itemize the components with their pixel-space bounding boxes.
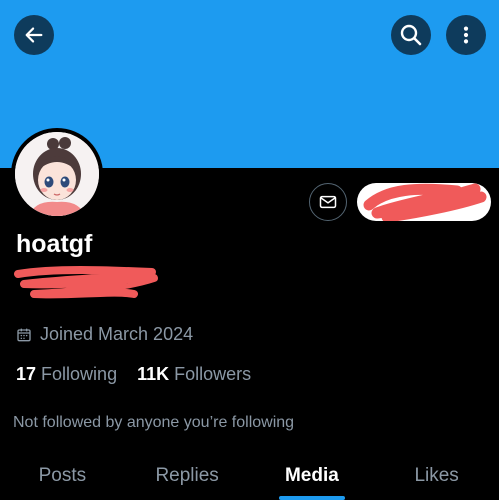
followers-link[interactable]: 11K Followers bbox=[137, 364, 251, 385]
search-button[interactable] bbox=[391, 15, 431, 55]
message-button[interactable] bbox=[309, 183, 347, 221]
redaction-scribble bbox=[363, 183, 487, 221]
profile-name: hoatgf bbox=[16, 230, 93, 258]
avatar[interactable] bbox=[11, 128, 103, 220]
follow-button[interactable] bbox=[357, 183, 491, 221]
follow-stats: 17 Following 11K Followers bbox=[16, 364, 251, 385]
tab-likes[interactable]: Likes bbox=[374, 452, 499, 500]
following-label: Following bbox=[41, 364, 118, 384]
more-options-button[interactable] bbox=[446, 15, 486, 55]
redaction-scribble bbox=[14, 266, 158, 299]
joined-date: Joined March 2024 bbox=[16, 324, 193, 345]
tab-posts[interactable]: Posts bbox=[0, 452, 125, 500]
joined-label: Joined March 2024 bbox=[40, 324, 194, 344]
following-link[interactable]: 17 Following bbox=[16, 364, 117, 385]
arrow-left-icon bbox=[25, 27, 43, 43]
calendar-icon bbox=[17, 328, 31, 341]
followers-label: Followers bbox=[174, 364, 252, 384]
not-followed-note: Not followed by anyone you’re following bbox=[13, 414, 295, 431]
back-button[interactable] bbox=[14, 15, 54, 55]
profile-tabs: Posts Replies Media Likes bbox=[0, 452, 499, 500]
tab-replies[interactable]: Replies bbox=[125, 452, 250, 500]
followers-count: 11K bbox=[137, 364, 170, 384]
search-icon bbox=[400, 24, 422, 46]
envelope-icon bbox=[319, 195, 337, 209]
more-vertical-icon bbox=[463, 26, 469, 44]
tab-media[interactable]: Media bbox=[250, 452, 375, 500]
following-count: 17 bbox=[16, 364, 37, 384]
avatar-illustration bbox=[15, 132, 99, 216]
